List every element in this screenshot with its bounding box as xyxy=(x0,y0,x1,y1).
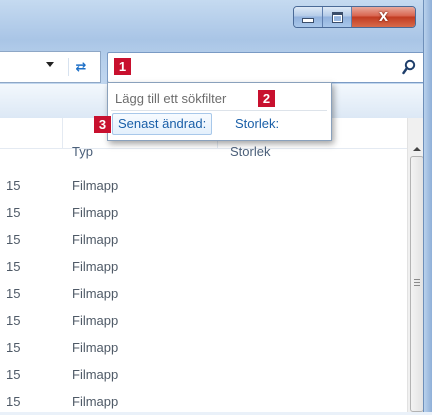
row-type: Filmapp xyxy=(72,340,119,355)
row-date: 15 xyxy=(6,205,21,220)
row-date: 15 xyxy=(6,178,21,193)
chevron-down-icon[interactable] xyxy=(46,62,54,67)
close-icon: X xyxy=(378,10,389,24)
table-row[interactable]: 15 Filmapp xyxy=(0,253,407,280)
callout-badge-3: 3 xyxy=(94,116,111,133)
filter-size[interactable]: Storlek: xyxy=(235,116,279,131)
refresh-icon: ⇄ xyxy=(75,59,87,75)
maximize-icon xyxy=(331,11,343,23)
column-header-size[interactable]: Storlek xyxy=(230,144,270,159)
row-date: 15 xyxy=(6,259,21,274)
window-border-right xyxy=(423,0,432,412)
close-button[interactable]: X xyxy=(352,7,415,27)
row-type: Filmapp xyxy=(72,313,119,328)
row-type: Filmapp xyxy=(72,178,119,193)
table-row[interactable]: 15 Filmapp xyxy=(0,280,407,307)
row-type: Filmapp xyxy=(72,259,119,274)
minimize-button[interactable] xyxy=(294,7,323,27)
search-filter-title: Lägg till ett sökfilter xyxy=(115,91,227,106)
row-type: Filmapp xyxy=(72,286,119,301)
table-row[interactable]: 15 Filmapp xyxy=(0,361,407,388)
table-row[interactable]: 15 Filmapp xyxy=(0,388,407,415)
table-row[interactable]: 15 Filmapp xyxy=(0,172,407,199)
column-header-type[interactable]: Typ xyxy=(72,144,93,159)
refresh-button[interactable]: ⇄ xyxy=(68,58,93,76)
maximize-button[interactable] xyxy=(323,7,352,27)
column-divider[interactable] xyxy=(62,118,63,148)
row-date: 15 xyxy=(6,340,21,355)
file-list-pane: Typ Storlek 15 Filmapp 15 Filmapp 15 Filmap… xyxy=(0,118,424,412)
row-date: 15 xyxy=(6,313,21,328)
search-icon[interactable] xyxy=(402,59,416,75)
table-row[interactable]: 15 Filmapp xyxy=(0,199,407,226)
row-date: 15 xyxy=(6,286,21,301)
address-bar[interactable]: ⇄ xyxy=(0,51,101,83)
row-type: Filmapp xyxy=(72,367,119,382)
search-filter-popup: Lägg till ett sökfilter Senast ändrad: S… xyxy=(107,82,332,141)
callout-badge-1: 1 xyxy=(114,58,131,75)
file-list: 15 Filmapp 15 Filmapp 15 Filmapp 15 Filmapp … xyxy=(0,172,407,415)
row-type: Filmapp xyxy=(72,394,119,409)
row-date: 15 xyxy=(6,367,21,382)
arrow-up-icon xyxy=(412,147,421,151)
table-row[interactable]: 15 Filmapp xyxy=(0,226,407,253)
search-box[interactable] xyxy=(107,52,427,83)
filter-date-modified[interactable]: Senast ändrad: xyxy=(112,113,213,135)
callout-badge-2: 2 xyxy=(258,90,275,107)
scroll-thumb[interactable] xyxy=(410,156,424,412)
table-row[interactable]: 15 Filmapp xyxy=(0,307,407,334)
row-date: 15 xyxy=(6,394,21,409)
row-type: Filmapp xyxy=(72,232,119,247)
divider xyxy=(111,110,327,111)
grip-icon xyxy=(414,279,420,288)
row-type: Filmapp xyxy=(72,205,119,220)
table-row[interactable]: 15 Filmapp xyxy=(0,334,407,361)
minimize-icon xyxy=(302,18,314,23)
search-input[interactable] xyxy=(136,56,400,80)
caption-buttons: X xyxy=(293,6,416,28)
row-date: 15 xyxy=(6,232,21,247)
